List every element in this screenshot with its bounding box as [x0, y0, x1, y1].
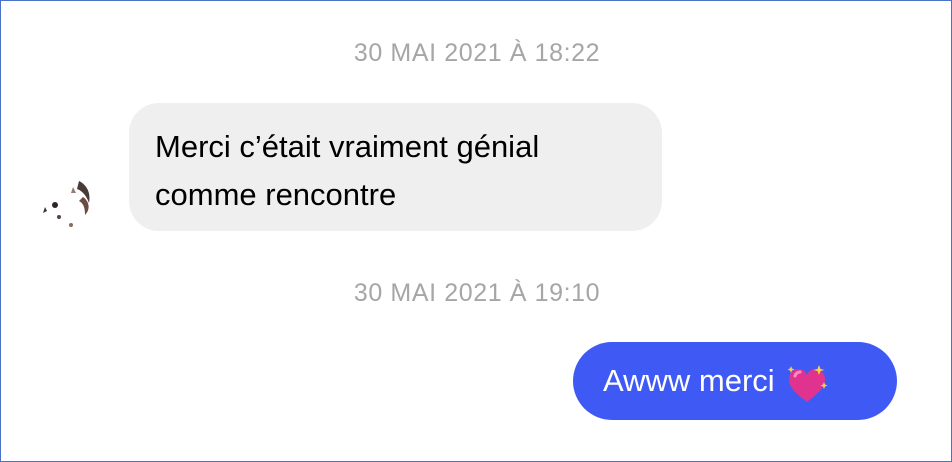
timestamp: 30 MAI 2021 À 18:22 [353, 39, 601, 67]
chat-frame: 30 MAI 2021 À 18:22 Merci c’était vraime… [0, 0, 952, 462]
incoming-message-line: comme rencontre [155, 177, 397, 212]
incoming-message-line: Merci c’était vraiment génial [155, 129, 540, 164]
avatar-image-icon [33, 167, 101, 235]
outgoing-message-bubble[interactable]: Awww merci [573, 342, 897, 420]
avatar[interactable] [33, 167, 101, 235]
timestamp: 30 MAI 2021 À 19:10 [353, 279, 601, 307]
outgoing-message-text: Awww merci [603, 363, 775, 398]
sparkling-heart-icon [785, 359, 829, 403]
incoming-message-bubble[interactable]: Merci c’était vraiment génial comme renc… [129, 103, 662, 231]
